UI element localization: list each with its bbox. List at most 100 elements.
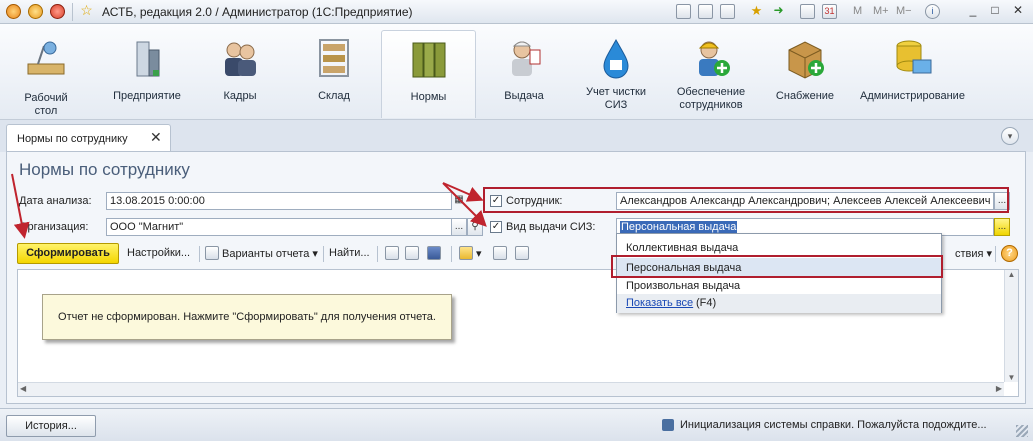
- calendar-picker-icon[interactable]: ▦: [451, 192, 467, 210]
- section-issue[interactable]: Выдача: [490, 30, 558, 118]
- dropdown-menu-icon[interactable]: [28, 4, 43, 19]
- dropdown-item-collective[interactable]: Коллективная выдача: [626, 242, 738, 254]
- history-button[interactable]: История...: [6, 415, 96, 437]
- section-warehouse[interactable]: Склад: [300, 30, 368, 118]
- minimize-icon[interactable]: _: [963, 3, 983, 20]
- report-not-generated-message: Отчет не сформирован. Нажмите "Сформиров…: [42, 294, 452, 340]
- info-icon[interactable]: i: [925, 4, 940, 19]
- section-label: Кадры: [223, 90, 257, 102]
- date-label: Дата анализа:: [19, 195, 92, 207]
- section-label: Выдача: [504, 90, 544, 102]
- report-variants-icon: [205, 246, 219, 260]
- section-label: Учет чистки СИЗ: [586, 86, 646, 111]
- section-ppe-cleaning[interactable]: Учет чистки СИЗ: [576, 30, 656, 118]
- section-procurement[interactable]: Снабжение: [770, 30, 840, 118]
- dropdown-item-arbitrary[interactable]: Произвольная выдача: [626, 280, 740, 292]
- print-icon[interactable]: [385, 246, 399, 260]
- section-label: Обеспечение сотрудников: [676, 86, 746, 111]
- building-icon: [136, 41, 160, 77]
- star-add-icon[interactable]: ★: [749, 4, 764, 19]
- worker-add-icon: [698, 41, 730, 76]
- close-icon[interactable]: ✕: [150, 129, 162, 146]
- page-title: Нормы по сотруднику: [19, 160, 190, 179]
- settings-button[interactable]: Настройки...: [127, 247, 190, 259]
- mail-icon[interactable]: [459, 246, 473, 260]
- preview-icon[interactable]: [720, 4, 735, 19]
- issue-type-value: Персональная выдача: [620, 221, 738, 233]
- print-preview-icon[interactable]: [405, 246, 419, 260]
- show-all-link[interactable]: Показать все: [626, 297, 693, 309]
- calendar-icon[interactable]: 31: [822, 4, 837, 19]
- save-icon[interactable]: [676, 4, 691, 19]
- horizontal-scrollbar[interactable]: ◀ ▶: [18, 382, 1004, 396]
- section-panel: Рабочий стол Предприятие Кадры Склад Нор…: [0, 24, 1033, 120]
- section-enterprise[interactable]: Предприятие: [108, 30, 186, 118]
- scroll-right-icon[interactable]: ▶: [996, 384, 1002, 393]
- actions-menu[interactable]: ствия ▾: [955, 247, 992, 260]
- collapse-groups-icon[interactable]: [515, 246, 529, 260]
- organization-label: Организация:: [19, 221, 89, 233]
- scroll-down-icon[interactable]: ▼: [1005, 373, 1018, 382]
- dropdown-footer: Показать все (F4): [617, 294, 941, 313]
- section-label: Предприятие: [113, 90, 181, 102]
- memory-minus-button[interactable]: M−: [896, 5, 912, 17]
- organization-select-button[interactable]: ...: [451, 218, 467, 236]
- section-administration[interactable]: Администрирование: [855, 30, 970, 118]
- toolbar-separator: [377, 246, 378, 262]
- section-label: Администрирование: [860, 90, 965, 102]
- binders-icon: [412, 42, 445, 78]
- status-bar: История... Инициализация системы справки…: [0, 408, 1033, 441]
- title-bar: ☆ АСТБ, редакция 2.0 / Администратор (1С…: [0, 0, 1033, 24]
- tab-norms-by-employee[interactable]: Нормы по сотруднику ✕: [6, 124, 171, 152]
- scroll-up-icon[interactable]: ▲: [1005, 270, 1018, 279]
- forward-icon[interactable]: ➜: [771, 4, 786, 19]
- help-icon[interactable]: ?: [1001, 245, 1018, 262]
- section-label: Снабжение: [775, 90, 835, 102]
- scroll-left-icon[interactable]: ◀: [20, 384, 26, 393]
- memory-plus-button[interactable]: M+: [873, 5, 889, 17]
- organization-field[interactable]: ООО "Магнит": [106, 218, 452, 236]
- people-icon: [225, 42, 256, 76]
- warehouse-shelves-icon: [319, 39, 349, 77]
- save-icon[interactable]: [427, 246, 441, 260]
- report-variants-label: Варианты отчета: [222, 248, 310, 260]
- resize-grip-icon[interactable]: [1016, 425, 1028, 437]
- toolbar-separator: [451, 246, 452, 262]
- stop-icon[interactable]: [50, 4, 65, 19]
- toolbar-separator: [995, 246, 996, 262]
- print-icon[interactable]: [698, 4, 713, 19]
- help-system-icon: [662, 419, 674, 431]
- date-field[interactable]: 13.08.2015 0:00:00: [106, 192, 452, 210]
- window-title: АСТБ, редакция 2.0 / Администратор (1С:П…: [102, 5, 413, 19]
- app-menu-icon[interactable]: [6, 4, 21, 19]
- maximize-icon[interactable]: □: [985, 3, 1005, 20]
- search-icon[interactable]: ⚲: [467, 218, 483, 236]
- admin-db-icon: [896, 40, 931, 74]
- chevron-down-icon[interactable]: ▾: [1001, 127, 1019, 145]
- section-label: Нормы: [410, 91, 447, 103]
- status-message: Инициализация системы справки. Пожалуйст…: [680, 419, 987, 431]
- report-variants-button[interactable]: Варианты отчета ▾: [222, 247, 318, 260]
- section-norms[interactable]: Нормы: [381, 30, 476, 118]
- calculator-icon[interactable]: [800, 4, 815, 19]
- tab-label: Нормы по сотруднику: [17, 133, 128, 145]
- mail-dropdown-icon[interactable]: ▾: [476, 247, 482, 260]
- favorite-star-icon[interactable]: ☆: [79, 3, 94, 19]
- box-add-icon: [788, 41, 824, 79]
- section-employee-supply[interactable]: Обеспечение сотрудников: [668, 30, 754, 118]
- generate-button[interactable]: Сформировать: [17, 243, 119, 264]
- vertical-scrollbar[interactable]: ▲ ▼: [1004, 270, 1018, 382]
- find-button[interactable]: Найти...: [329, 247, 370, 259]
- issue-type-checkbox[interactable]: ✓: [490, 221, 502, 233]
- show-all-shortcut: (F4): [696, 297, 717, 309]
- issue-type-select-button[interactable]: ...: [994, 218, 1010, 236]
- close-icon[interactable]: ✕: [1008, 3, 1028, 20]
- desk-lamp-icon: [27, 41, 65, 75]
- memory-m-button[interactable]: M: [853, 5, 862, 17]
- section-desktop[interactable]: Рабочий стол: [12, 30, 80, 118]
- section-hr[interactable]: Кадры: [206, 30, 274, 118]
- worker-icon: [512, 41, 541, 76]
- section-label: Рабочий стол: [24, 92, 68, 117]
- issue-type-label: Вид выдачи СИЗ:: [506, 221, 596, 233]
- expand-groups-icon[interactable]: [493, 246, 507, 260]
